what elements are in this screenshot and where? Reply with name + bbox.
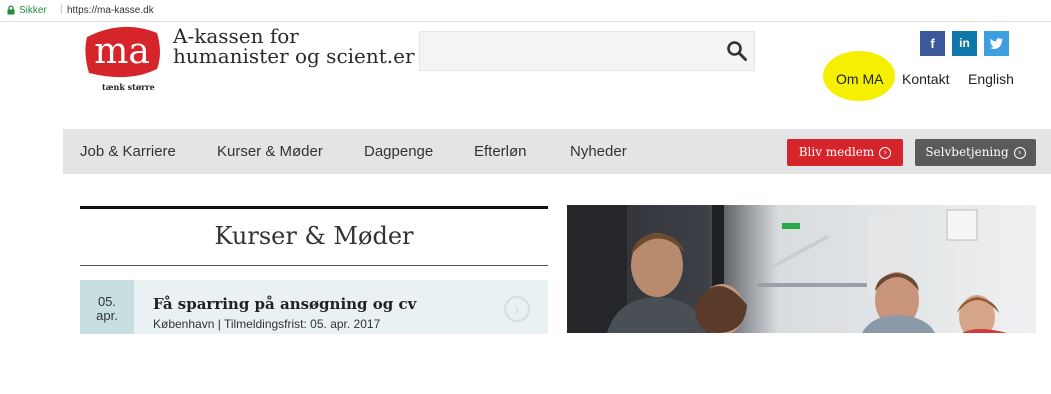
nav-item-efterlon[interactable]: Efterløn	[474, 143, 527, 160]
section-top-rule	[80, 206, 548, 209]
event-month: apr.	[96, 308, 118, 323]
selvbetjening-button[interactable]: Selvbetjening ›	[915, 139, 1036, 166]
url-separator: |	[60, 4, 63, 15]
event-meta: København | Tilmeldingsfrist: 05. apr. 2…	[153, 317, 381, 331]
secure-label: Sikker	[19, 5, 47, 16]
nav-item-job-karriere[interactable]: Job & Karriere	[80, 143, 176, 160]
org-name-line2: humanister og scient.er	[173, 44, 415, 68]
facebook-icon[interactable]: f	[920, 31, 945, 56]
logo-tagline: tænk større	[102, 82, 155, 92]
logo-mark: ma	[94, 31, 150, 72]
arrow-circle-icon: ›	[1013, 146, 1026, 159]
org-name-line1: A-kassen for	[173, 24, 299, 48]
bliv-medlem-label: Bliv medlem	[798, 145, 875, 159]
search-box	[419, 31, 755, 71]
lock-icon	[7, 5, 15, 15]
event-title: Få sparring på ansøgning og cv	[153, 295, 417, 313]
arrow-circle-icon: ›	[879, 146, 892, 159]
url-text[interactable]: https://ma-kasse.dk	[67, 5, 154, 16]
nav-item-dagpenge[interactable]: Dagpenge	[364, 143, 433, 160]
kontakt-link[interactable]: Kontakt	[902, 71, 949, 87]
section-divider	[80, 265, 548, 266]
english-link[interactable]: English	[968, 71, 1014, 87]
twitter-bird-icon	[990, 38, 1004, 49]
event-date-badge: 05. apr.	[80, 280, 134, 334]
twitter-icon[interactable]	[984, 31, 1009, 56]
search-input[interactable]	[426, 38, 720, 66]
section-title: Kurser & Møder	[214, 222, 414, 250]
chevron-right-icon[interactable]: ›	[504, 296, 530, 322]
event-day: 05.	[97, 294, 117, 309]
browser-address-bar[interactable]: Sikker | https://ma-kasse.dk	[0, 0, 1051, 22]
organization-name: A-kassen for humanister og scient.er	[173, 26, 415, 66]
nav-item-nyheder[interactable]: Nyheder	[570, 143, 627, 160]
nav-item-kurser-moder[interactable]: Kurser & Møder	[217, 143, 323, 160]
search-icon[interactable]	[726, 40, 748, 62]
om-ma-link[interactable]: Om MA	[836, 71, 883, 87]
linkedin-icon[interactable]: in	[952, 31, 977, 56]
bliv-medlem-button[interactable]: Bliv medlem ›	[787, 139, 903, 166]
event-list-item[interactable]: 05. apr. Få sparring på ansøgning og cv …	[80, 280, 548, 334]
ma-logo[interactable]: ma	[83, 23, 163, 83]
hero-photo	[567, 205, 1036, 333]
address-bar-divider	[0, 21, 1051, 22]
selvbetjening-label: Selvbetjening	[925, 145, 1009, 159]
